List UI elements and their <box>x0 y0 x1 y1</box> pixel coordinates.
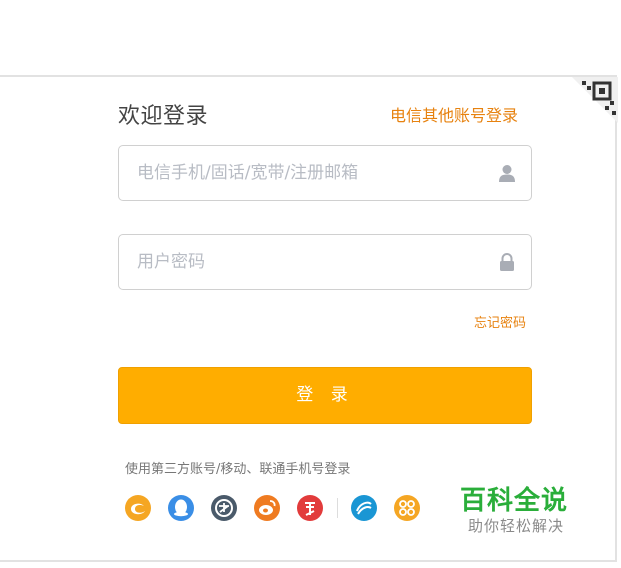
divider <box>337 498 338 518</box>
watermark: 百科全说 助你轻松解决 <box>452 480 600 544</box>
watermark-subtitle: 助你轻松解决 <box>468 517 565 535</box>
login-button[interactable]: 登 录 <box>118 367 532 424</box>
third-party-login-label: 使用第三方账号/移动、联通手机号登录 <box>125 462 351 477</box>
account-field[interactable] <box>118 145 532 201</box>
taobao-icon[interactable] <box>296 494 324 522</box>
forgot-password-link[interactable]: 忘记密码 <box>474 312 526 331</box>
qr-code-login-icon[interactable] <box>572 77 618 123</box>
weibo-icon[interactable] <box>253 494 281 522</box>
password-input[interactable] <box>119 235 479 289</box>
tianyi-icon[interactable] <box>124 494 152 522</box>
account-input[interactable] <box>119 146 479 200</box>
user-icon <box>499 165 515 182</box>
password-field[interactable] <box>118 234 532 290</box>
qq-icon[interactable] <box>167 494 195 522</box>
china-unicom-icon[interactable] <box>393 494 421 522</box>
watermark-title: 百科全说 <box>460 486 569 516</box>
china-mobile-icon[interactable] <box>350 494 378 522</box>
other-account-login-link[interactable]: 电信其他账号登录 <box>390 102 518 126</box>
page-title: 欢迎登录 <box>118 104 209 129</box>
alipay-icon[interactable] <box>210 494 238 522</box>
lock-icon <box>500 253 514 271</box>
